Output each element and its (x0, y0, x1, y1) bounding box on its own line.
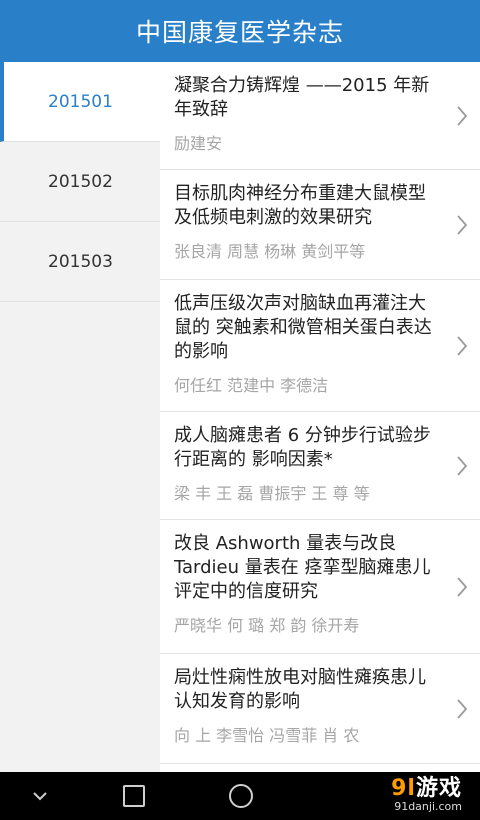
back-chevron-icon[interactable] (28, 788, 52, 804)
article-title: 局灶性痫性放电对脑性瘫痪患儿认知发育的影响 (174, 667, 426, 712)
article-list: 凝聚合力铸辉煌 ——2015 年新年致辞 励建安 目标肌肉神经分布重建大鼠模型及… (160, 62, 480, 772)
issue-sidebar: 201501 201502 201503 (0, 62, 160, 772)
issue-item-201502[interactable]: 201502 (0, 142, 160, 222)
chevron-right-icon (457, 335, 468, 356)
article-item[interactable]: 目标肌肉神经分布重建大鼠模型及低频电刺激的效果研究 张良清 周慧 杨琳 黄剑平等 (160, 170, 480, 280)
article-title: 成人脑瘫患者 6 分钟步行试验步行距离的 影响因素* (174, 425, 431, 470)
issue-item-201501[interactable]: 201501 (0, 62, 160, 142)
article-title: 凝聚合力铸辉煌 ——2015 年新年致辞 (174, 75, 430, 120)
watermark-logo-number: 9l (391, 776, 416, 801)
chevron-right-icon (457, 455, 468, 476)
article-item[interactable]: 改良 Ashworth 量表与改良 Tardieu 量表在 痉挛型脑瘫患儿评定中… (160, 520, 480, 654)
article-authors: 励建安 (174, 134, 223, 153)
watermark-url: 91danji.com (394, 800, 462, 813)
article-authors: 向 上 李雪怡 冯雪菲 肖 农 (174, 726, 360, 745)
article-item[interactable]: 低声压级次声对脑缺血再灌注大鼠的 突触素和微管相关蛋白表达的影响 何任红 范建中… (160, 280, 480, 412)
chevron-right-icon (457, 576, 468, 597)
article-item[interactable]: 凝聚合力铸辉煌 ——2015 年新年致辞 励建安 (160, 62, 480, 170)
chevron-right-icon (457, 214, 468, 235)
watermark-logo-text: 游戏 (415, 776, 462, 801)
chevron-right-icon (457, 698, 468, 719)
watermark: 9l游戏 91danji.com (391, 770, 462, 813)
article-title: 目标肌肉神经分布重建大鼠模型及低频电刺激的效果研究 (174, 183, 426, 228)
chevron-right-icon (457, 105, 468, 126)
app-header: 中国康复医学杂志 (0, 0, 480, 62)
article-authors: 梁 丰 王 磊 曹振宇 王 尊 等 (174, 484, 370, 503)
article-item[interactable]: 成人脑瘫患者 6 分钟步行试验步行距离的 影响因素* 梁 丰 王 磊 曹振宇 王… (160, 412, 480, 520)
issue-label: 201503 (48, 252, 113, 272)
app-title: 中国康复医学杂志 (135, 18, 344, 47)
article-title: 改良 Ashworth 量表与改良 Tardieu 量表在 痉挛型脑瘫患儿评定中… (174, 533, 431, 602)
issue-label: 201502 (48, 172, 113, 192)
issue-label: 201501 (48, 92, 113, 112)
article-authors: 何任红 范建中 李德洁 (174, 376, 329, 395)
recents-square-icon[interactable] (122, 784, 146, 808)
watermark-logo: 9l游戏 (391, 770, 462, 802)
home-circle-icon[interactable] (228, 783, 254, 809)
article-title: 低声压级次声对脑缺血再灌注大鼠的 突触素和微管相关蛋白表达的影响 (174, 293, 432, 362)
article-authors: 严晓华 何 璐 郑 韵 徐开寿 (174, 616, 360, 635)
article-item[interactable]: 局灶性痫性放电对脑性瘫痪患儿认知发育的影响 向 上 李雪怡 冯雪菲 肖 农 (160, 654, 480, 764)
issue-item-201503[interactable]: 201503 (0, 222, 160, 302)
article-authors: 张良清 周慧 杨琳 黄剑平等 (174, 242, 366, 261)
